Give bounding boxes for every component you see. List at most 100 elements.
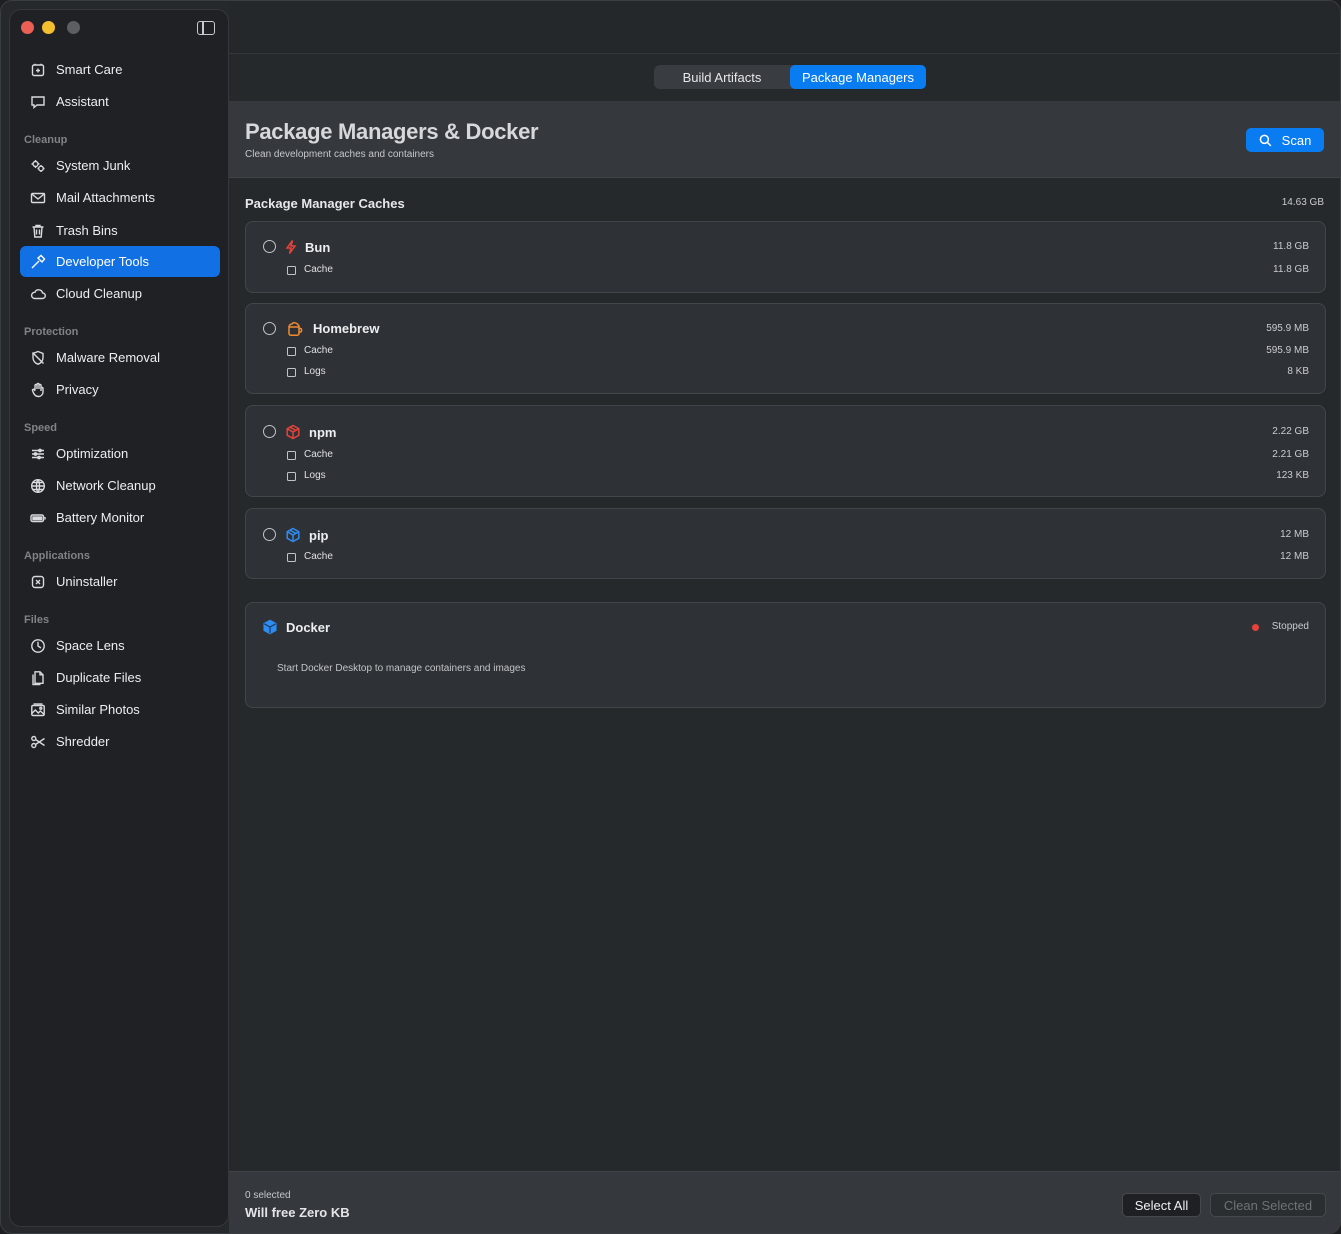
sidebar-item-malware-removal[interactable]: Malware Removal: [20, 342, 220, 373]
title-bar: [229, 1, 1340, 54]
scan-button[interactable]: Scan: [1246, 128, 1324, 152]
view-tabs: Build Artifacts Package Managers: [654, 65, 926, 89]
sidebar-item-battery-monitor[interactable]: Battery Monitor: [20, 502, 220, 533]
selected-count: 0 selected: [245, 1190, 291, 1201]
sidebar-item-label: System Junk: [56, 158, 131, 173]
docker-card: Docker Stopped Start Docker Desktop to m…: [245, 602, 1326, 708]
item-label: Logs: [304, 470, 326, 481]
npm-box-icon: [285, 424, 301, 440]
hammer-icon: [30, 254, 46, 270]
tab-build-artifacts[interactable]: Build Artifacts: [654, 65, 790, 89]
close-window-button[interactable]: [21, 21, 34, 34]
sidebar: Smart Care Assistant Cleanup System Junk…: [9, 9, 229, 1227]
shield-slash-icon: [30, 350, 46, 366]
item-label: Logs: [304, 366, 326, 377]
sliders-icon: [30, 446, 46, 462]
section-label-applications: Applications: [24, 550, 91, 562]
select-radio[interactable]: [263, 425, 276, 438]
docker-name: Docker: [286, 620, 331, 635]
sidebar-item-label: Developer Tools: [56, 254, 149, 269]
photos-icon: [30, 702, 46, 718]
package-manager-name: Homebrew: [313, 321, 380, 336]
sidebar-item-label: Uninstaller: [56, 574, 118, 589]
item-checkbox[interactable]: [287, 368, 296, 377]
status-badge: Stopped: [1271, 621, 1309, 632]
item-size: 12 MB: [1280, 551, 1309, 562]
sidebar-toggle-icon[interactable]: [197, 21, 215, 35]
item-checkbox[interactable]: [287, 472, 296, 481]
sidebar-item-system-junk[interactable]: System Junk: [20, 150, 220, 181]
sidebar-item-label: Assistant: [56, 94, 109, 109]
item-size: 2.21 GB: [1272, 449, 1309, 460]
sidebar-item-cloud-cleanup[interactable]: Cloud Cleanup: [20, 278, 220, 309]
item-checkbox[interactable]: [287, 553, 296, 562]
search-icon: [1259, 134, 1272, 146]
section-label-cleanup: Cleanup: [24, 134, 68, 146]
section-label-protection: Protection: [24, 326, 79, 338]
item-checkbox[interactable]: [287, 347, 296, 356]
sidebar-item-label: Network Cleanup: [56, 478, 156, 493]
section-total-size: 14.63 GB: [1281, 197, 1324, 208]
smart-care-icon: [30, 62, 46, 78]
scissors-icon: [30, 734, 46, 750]
section-label-files: Files: [24, 614, 50, 626]
sidebar-item-label: Smart Care: [56, 62, 123, 77]
minimize-window-button[interactable]: [42, 21, 55, 34]
sidebar-item-shredder[interactable]: Shredder: [20, 726, 220, 757]
sidebar-item-label: Privacy: [56, 382, 99, 397]
package-manager-card-npm: npm 2.22 GB Cache 2.21 GB Logs 123 KB: [245, 405, 1326, 497]
package-manager-name: npm: [309, 425, 337, 440]
clean-selected-button[interactable]: Clean Selected: [1210, 1193, 1326, 1217]
battery-icon: [30, 510, 46, 526]
select-radio[interactable]: [263, 322, 276, 335]
item-checkbox[interactable]: [287, 451, 296, 460]
sidebar-item-trash-bins[interactable]: Trash Bins: [20, 215, 220, 246]
package-manager-card-bun: Bun 11.8 GB Cache 11.8 GB: [245, 221, 1326, 293]
sidebar-item-network-cleanup[interactable]: Network Cleanup: [20, 470, 220, 501]
trash-icon: [30, 223, 46, 239]
package-manager-name: Bun: [305, 240, 331, 255]
sidebar-item-space-lens[interactable]: Space Lens: [20, 630, 220, 661]
select-radio[interactable]: [263, 528, 276, 541]
bolt-icon: [283, 239, 299, 255]
section-label-speed: Speed: [24, 422, 58, 434]
sidebar-item-label: Duplicate Files: [56, 670, 142, 685]
zoom-window-button[interactable]: [67, 21, 80, 34]
footer-bar: 0 selected Will free Zero KB Select All …: [229, 1171, 1340, 1233]
sidebar-item-smart-care[interactable]: Smart Care: [20, 54, 220, 85]
sidebar-item-uninstaller[interactable]: Uninstaller: [20, 566, 220, 597]
sidebar-item-label: Malware Removal: [56, 350, 161, 365]
sidebar-item-label: Mail Attachments: [56, 190, 155, 205]
tab-package-managers[interactable]: Package Managers: [790, 65, 926, 89]
globe-icon: [30, 478, 46, 494]
beer-mug-icon: [287, 321, 303, 337]
pip-box-icon: [285, 527, 301, 543]
sidebar-item-label: Optimization: [56, 446, 129, 461]
item-label: Cache: [304, 551, 333, 562]
page-subtitle: Clean development caches and containers: [245, 149, 435, 160]
package-manager-size: 595.9 MB: [1266, 323, 1309, 334]
package-manager-size: 2.22 GB: [1272, 426, 1309, 437]
pie-clock-icon: [30, 638, 46, 654]
page-title: Package Managers & Docker: [245, 119, 539, 144]
package-manager-card-homebrew: Homebrew 595.9 MB Cache 595.9 MB Logs 8 …: [245, 303, 1326, 394]
scan-button-label: Scan: [1281, 132, 1312, 148]
item-size: 123 KB: [1276, 470, 1309, 481]
cloud-icon: [30, 286, 46, 302]
sidebar-item-label: Shredder: [56, 734, 110, 749]
sidebar-item-privacy[interactable]: Privacy: [20, 374, 220, 405]
item-size: 595.9 MB: [1266, 345, 1309, 356]
sidebar-item-mail-attachments[interactable]: Mail Attachments: [20, 182, 220, 213]
docker-message: Start Docker Desktop to manage container…: [277, 663, 526, 674]
sidebar-item-similar-photos[interactable]: Similar Photos: [20, 694, 220, 725]
select-all-button[interactable]: Select All: [1122, 1193, 1201, 1217]
sidebar-item-duplicate-files[interactable]: Duplicate Files: [20, 662, 220, 693]
select-radio[interactable]: [263, 240, 276, 253]
sidebar-item-assistant[interactable]: Assistant: [20, 86, 220, 117]
item-label: Cache: [304, 264, 333, 275]
item-checkbox[interactable]: [287, 266, 296, 275]
sidebar-item-optimization[interactable]: Optimization: [20, 438, 220, 469]
sidebar-item-developer-tools[interactable]: Developer Tools: [20, 246, 220, 277]
package-manager-card-pip: pip 12 MB Cache 12 MB: [245, 508, 1326, 579]
package-manager-size: 12 MB: [1280, 529, 1309, 540]
